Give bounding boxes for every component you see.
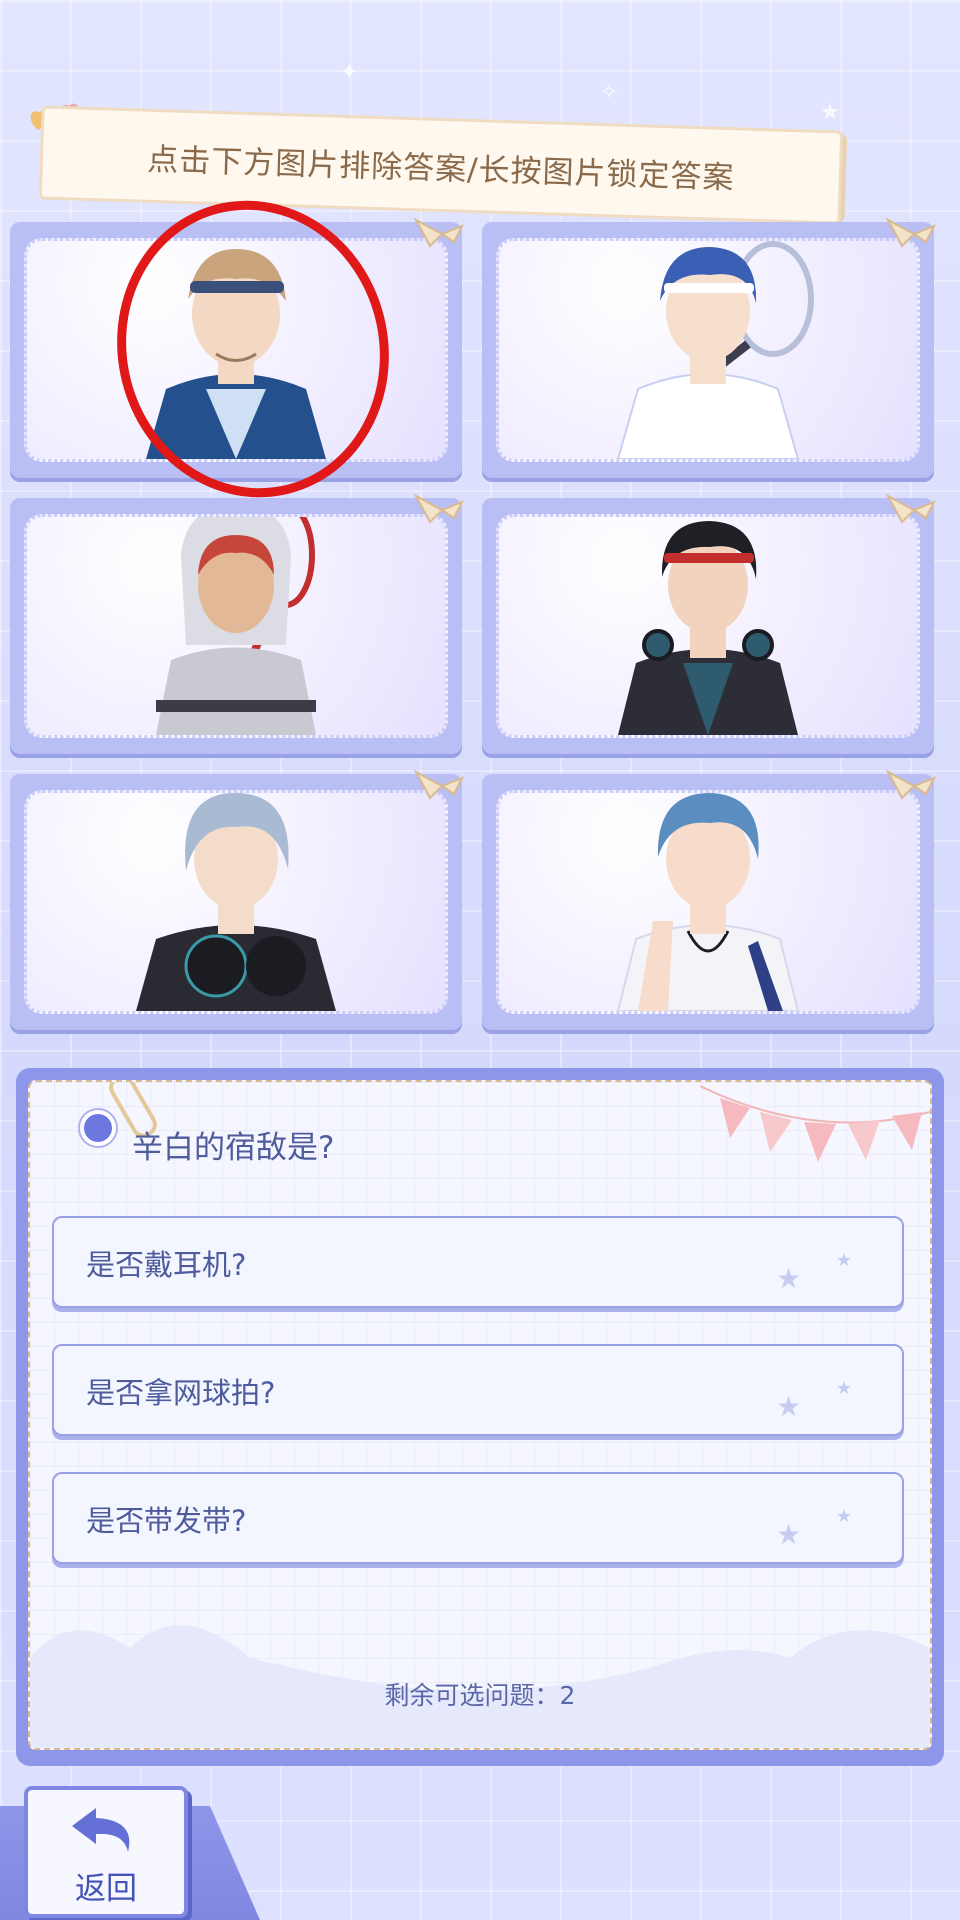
- option-label: 是否拿网球拍?: [86, 1376, 276, 1410]
- question-paper: 辛白的宿敌是? 是否戴耳机? ★ ★ 是否拿网球拍? ★ ★ 是否带发带? ★ ★ 剩…: [28, 1080, 932, 1750]
- return-arrow-icon: [72, 1808, 130, 1852]
- clouds-decoration: [30, 1625, 930, 1748]
- sparkle-icon: ✦: [340, 60, 359, 85]
- character-portrait: [618, 521, 798, 735]
- svg-text:★: ★: [836, 1378, 852, 1399]
- character-card-3[interactable]: [10, 493, 465, 754]
- back-label: 返回: [75, 1871, 137, 1907]
- svg-text:★: ★: [836, 1506, 852, 1527]
- character-card-2[interactable]: [482, 217, 937, 478]
- question-panel: 辛白的宿敌是? 是否戴耳机? ★ ★ 是否拿网球拍? ★ ★ 是否带发带? ★ ★ 剩…: [16, 1068, 944, 1766]
- ribbon-icon: [413, 493, 465, 524]
- star-decoration-icon: ★★: [776, 1378, 852, 1423]
- character-portrait: [136, 793, 336, 1011]
- remaining-questions-text: 剩余可选问题：2: [384, 1681, 576, 1710]
- option-racket-button[interactable]: 是否拿网球拍? ★ ★: [52, 1344, 904, 1436]
- instruction-text: 点击下方图片排除答案/长按图片锁定答案: [146, 141, 736, 196]
- svg-text:★: ★: [776, 1518, 801, 1551]
- svg-text:★: ★: [776, 1262, 801, 1295]
- character-portrait: [146, 249, 326, 459]
- character-portrait: [156, 517, 316, 735]
- svg-text:★: ★: [836, 1250, 852, 1271]
- option-headband-button[interactable]: 是否带发带? ★ ★: [52, 1472, 904, 1564]
- option-label: 是否戴耳机?: [86, 1248, 247, 1282]
- star-decoration-icon: ★★: [776, 1250, 852, 1295]
- bunting-flags-icon: [700, 1085, 930, 1162]
- ribbon-icon: [413, 217, 465, 248]
- question-title: 辛白的宿敌是?: [132, 1130, 335, 1166]
- character-card-1[interactable]: [10, 217, 465, 478]
- ribbon-icon: [413, 769, 465, 800]
- ribbon-icon: [885, 493, 937, 524]
- ribbon-icon: [885, 769, 937, 800]
- ribbon-icon: [885, 217, 937, 248]
- sparkle-icon: ✧: [600, 80, 619, 105]
- option-label: 是否带发带?: [86, 1504, 247, 1538]
- instruction-banner: 点击下方图片排除答案/长按图片锁定答案: [28, 105, 848, 225]
- back-button[interactable]: 返回: [24, 1786, 188, 1918]
- character-card-4[interactable]: [482, 493, 937, 754]
- character-portrait: [616, 241, 814, 459]
- character-portrait: [616, 793, 800, 1011]
- svg-text:★: ★: [776, 1390, 801, 1423]
- character-card-6[interactable]: [482, 769, 937, 1030]
- option-headphones-button[interactable]: 是否戴耳机? ★ ★: [52, 1216, 904, 1308]
- star-decoration-icon: ★★: [776, 1506, 852, 1551]
- character-card-5[interactable]: [10, 769, 465, 1030]
- pin-icon: [80, 1110, 116, 1146]
